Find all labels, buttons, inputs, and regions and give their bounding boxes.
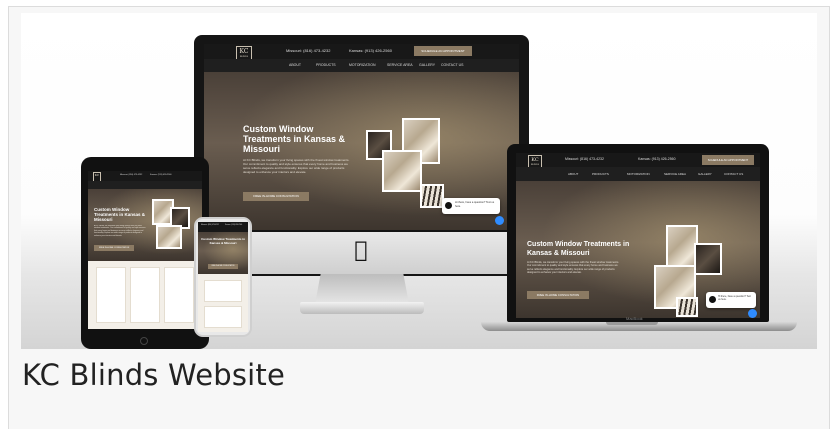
imac-stand <box>315 274 409 304</box>
phone-kansas[interactable]: Kansas: (913) 426-2560 <box>349 48 392 53</box>
gallery-photo-4 <box>676 297 698 317</box>
schedule-appointment-button[interactable]: SCHEDULE AN APPOINTMENT <box>702 155 754 165</box>
schedule-appointment-button[interactable]: SCHEDULE AN APPOINTMENT <box>414 46 472 56</box>
gallery-photo-3 <box>156 225 182 249</box>
nav-gallery[interactable]: GALLERY <box>698 172 712 176</box>
feature-card-3 <box>164 267 194 323</box>
free-consultation-button[interactable]: FREE IN-HOME CONSULTATION <box>527 291 589 299</box>
device-mockup-image: KC BLINDS Missouri: (816) 473-4232 Kansa… <box>21 13 817 349</box>
nav-gallery[interactable]: GALLERY <box>419 63 435 67</box>
ipad-screen: KC Missouri: (816) 473-4232 Kansas: (913… <box>88 171 202 329</box>
macbook-notch <box>606 322 658 325</box>
macbook-screen: KC BLINDS Missouri: (816) 473-4232 Kansa… <box>516 153 760 318</box>
iphone-screen: Missouri: (816) 473-4232 Kansas: (913) 4… <box>198 222 248 332</box>
phone-missouri[interactable]: Missouri: (816) 473-4232 <box>286 48 330 53</box>
apple-logo-icon:  <box>351 239 371 263</box>
hero-section: Custom Window Treatments in Kansas & Mis… <box>88 189 202 261</box>
hero-section: Custom Window Treatments in Kansas & Mis… <box>198 232 248 274</box>
phone-kansas[interactable]: Kansas: (913) 426-2560 <box>225 225 242 226</box>
chat-avatar <box>445 202 452 209</box>
phone-missouri[interactable]: Missouri: (816) 473-4232 <box>201 225 219 226</box>
chat-message: Hi there, have a question? Text us here. <box>455 201 495 208</box>
gallery-photo-2 <box>694 243 722 275</box>
chat-button[interactable] <box>748 309 757 318</box>
project-caption: KC Blinds Website <box>22 358 286 392</box>
free-consultation-button[interactable]: FREE IN-HOME CONSULTATION <box>208 264 238 269</box>
feature-card-1 <box>204 280 242 302</box>
feature-card-2 <box>130 267 160 323</box>
nav-products[interactable]: PRODUCTS <box>592 172 609 176</box>
chat-popup[interactable]: Hi there, have a question? Text us here. <box>706 292 756 308</box>
phone-missouri[interactable]: Missouri: (816) 473-4232 <box>565 157 604 161</box>
chat-popup[interactable]: Hi there, have a question? Text us here. <box>442 198 500 214</box>
chat-message: Hi there, have a question? Text us here. <box>718 295 751 302</box>
phone-missouri[interactable]: Missouri: (816) 473-4232 <box>120 174 142 176</box>
chat-avatar <box>709 296 716 303</box>
feature-card-2 <box>204 306 242 328</box>
imac-screen: KC BLINDS Missouri: (816) 473-4232 Kansa… <box>204 44 519 230</box>
hero-title: Custom Window Treatments in Kansas & Mis… <box>201 237 245 245</box>
nav-motorization[interactable]: MOTORIZATION <box>627 172 650 176</box>
ipad-home-button <box>140 337 148 345</box>
hero-body: At KC Blinds, we transform your living s… <box>527 261 619 275</box>
imac-base <box>300 302 424 314</box>
hero-title: Custom Window Treatments in Kansas & Mis… <box>94 207 146 222</box>
nav-about[interactable]: ABOUT <box>568 172 578 176</box>
nav-contact-us[interactable]: CONTACT US <box>724 172 743 176</box>
phone-kansas[interactable]: Kansas: (913) 426-2560 <box>150 174 171 176</box>
nav-service-area[interactable]: SERVICE AREA <box>387 63 413 67</box>
gallery-photo-3 <box>382 150 422 192</box>
free-consultation-button[interactable]: FREE IN-HOME CONSULTATION <box>243 192 309 201</box>
hero-title: Custom Window Treatments in Kansas & Mis… <box>243 124 346 154</box>
chat-button[interactable] <box>495 216 504 225</box>
hero-title: Custom Window Treatments in Kansas & Mis… <box>527 241 630 257</box>
hero-body: At KC Blinds, we transform your living s… <box>243 158 350 174</box>
hero-section: Custom Window Treatments in Kansas & Mis… <box>204 72 519 230</box>
free-consultation-button[interactable]: FREE IN-HOME CONSULTATION <box>94 245 134 251</box>
feature-card-1 <box>96 267 126 323</box>
nav-about[interactable]: ABOUT <box>289 63 301 67</box>
gallery-photo-4 <box>420 184 444 208</box>
phone-kansas[interactable]: Kansas: (913) 426-2560 <box>638 157 676 161</box>
hero-body: At KC Blinds, we transform your living s… <box>94 225 146 237</box>
nav-service-area[interactable]: SERVICE AREA <box>664 172 686 176</box>
hero-section: Custom Window Treatments in Kansas & Mis… <box>516 181 760 318</box>
macbook-label: MacBook <box>626 316 643 321</box>
nav-products[interactable]: PRODUCTS <box>316 63 336 67</box>
nav-contact-us[interactable]: CONTACT US <box>441 63 463 67</box>
nav-motorization[interactable]: MOTORIZATION <box>349 63 376 67</box>
